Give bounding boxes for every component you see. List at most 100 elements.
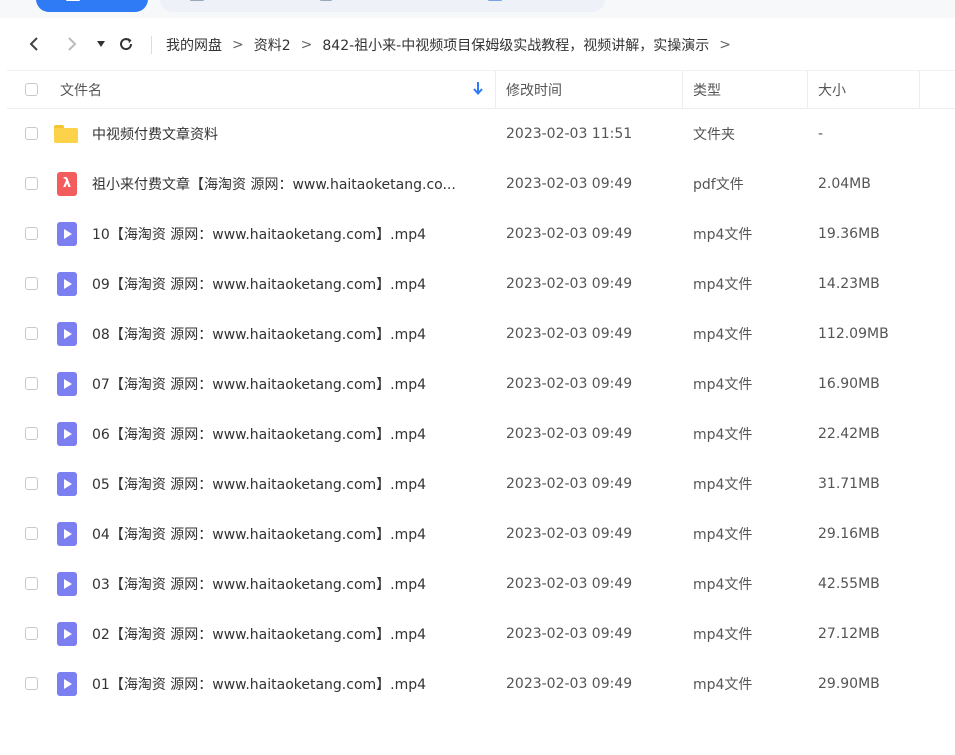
column-divider[interactable] (919, 71, 920, 108)
video-file-icon (57, 622, 77, 646)
caret-down-icon (97, 41, 105, 47)
column-divider[interactable] (682, 71, 683, 108)
row-checkbox[interactable] (25, 127, 38, 140)
file-type: pdf文件 (693, 177, 744, 193)
table-row[interactable]: 07【海淘资 源网：www.haitaoketang.com】.mp4 2023-… (7, 359, 955, 409)
row-checkbox[interactable] (25, 277, 38, 290)
table-row[interactable]: 08【海淘资 源网：www.haitaoketang.com】.mp4 2023-… (7, 309, 955, 359)
table-row[interactable]: 10【海淘资 源网：www.haitaoketang.com】.mp4 2023-… (7, 209, 955, 259)
file-modified: 2023-02-03 09:49 (506, 476, 633, 492)
file-modified: 2023-02-03 09:49 (506, 176, 633, 192)
breadcrumb-separator: > (300, 37, 313, 53)
row-checkbox[interactable] (25, 627, 38, 640)
table-row[interactable]: 09【海淘资 源网：www.haitaoketang.com】.mp4 2023-… (7, 259, 955, 309)
file-name[interactable]: 01【海淘资 源网：www.haitaoketang.com】.mp4 (92, 659, 426, 709)
refresh-icon (120, 38, 133, 51)
file-type: mp4文件 (693, 577, 753, 593)
file-size: 27.12MB (818, 626, 880, 642)
file-name[interactable]: 06【海淘资 源网：www.haitaoketang.com】.mp4 (92, 409, 426, 459)
table-row[interactable]: 中视频付费文章资料 2023-02-03 11:51 文件夹 - (7, 109, 955, 159)
file-type: 文件夹 (693, 127, 735, 143)
file-size: 42.55MB (818, 576, 880, 592)
file-modified: 2023-02-03 09:49 (506, 676, 633, 692)
breadcrumb: 我的网盘 > 资料2 > 842-祖小来-中视频项目保姆级实战教程，视频讲解，实… (166, 34, 741, 56)
folder-icon (54, 125, 78, 143)
file-name[interactable]: 10【海淘资 源网：www.haitaoketang.com】.mp4 (92, 209, 426, 259)
top-toolbar (0, 0, 955, 18)
row-checkbox[interactable] (25, 177, 38, 190)
video-file-icon (57, 322, 77, 346)
header-type[interactable]: 类型 (693, 71, 721, 108)
file-type: mp4文件 (693, 327, 753, 343)
file-size: 29.16MB (818, 526, 880, 542)
select-all-checkbox[interactable] (25, 83, 38, 96)
table-row[interactable]: λ 祖小来付费文章【海淘资 源网：www.haitaoketang.co... 20… (7, 159, 955, 209)
header-modified[interactable]: 修改时间 (506, 71, 562, 108)
breadcrumb-item-current[interactable]: 842-祖小来-中视频项目保姆级实战教程，视频讲解，实操演示 (322, 35, 709, 55)
file-type: mp4文件 (693, 627, 753, 643)
row-checkbox[interactable] (25, 477, 38, 490)
video-file-icon (57, 372, 77, 396)
navigation-bar: 我的网盘 > 资料2 > 842-祖小来-中视频项目保姆级实战教程，视频讲解，实… (0, 18, 955, 70)
video-file-icon (57, 472, 77, 496)
table-row[interactable]: 06【海淘资 源网：www.haitaoketang.com】.mp4 2023-… (7, 409, 955, 459)
table-body: 中视频付费文章资料 2023-02-03 11:51 文件夹 - λ 祖小来付费文章【海淘… (7, 109, 955, 709)
file-table: 文件名 修改时间 类型 大小 中视频付费文章资料 2023-02-03 11:51… (7, 70, 955, 709)
file-type: mp4文件 (693, 427, 753, 443)
file-name[interactable]: 02【海淘资 源网：www.haitaoketang.com】.mp4 (92, 609, 426, 659)
history-dropdown-button[interactable] (91, 33, 111, 55)
arrow-down-icon[interactable] (473, 81, 483, 99)
file-modified: 2023-02-03 09:49 (506, 526, 633, 542)
row-checkbox[interactable] (25, 677, 38, 690)
column-divider[interactable] (495, 71, 496, 108)
file-type: mp4文件 (693, 227, 753, 243)
file-size: 31.71MB (818, 476, 880, 492)
upload-button[interactable] (36, 0, 148, 12)
file-type: mp4文件 (693, 377, 753, 393)
table-row[interactable]: 05【海淘资 源网：www.haitaoketang.com】.mp4 2023-… (7, 459, 955, 509)
column-divider[interactable] (807, 71, 808, 108)
toolbar-secondary-buttons[interactable] (160, 0, 605, 12)
file-modified: 2023-02-03 09:49 (506, 426, 633, 442)
video-file-icon (57, 522, 77, 546)
file-type: mp4文件 (693, 277, 753, 293)
header-name[interactable]: 文件名 (60, 71, 102, 108)
table-row[interactable]: 03【海淘资 源网：www.haitaoketang.com】.mp4 2023-… (7, 559, 955, 609)
table-row[interactable]: 01【海淘资 源网：www.haitaoketang.com】.mp4 2023-… (7, 659, 955, 709)
file-size: 29.90MB (818, 676, 880, 692)
video-file-icon (57, 572, 77, 596)
pdf-file-icon: λ (57, 172, 77, 196)
breadcrumb-item-root[interactable]: 我的网盘 (166, 35, 222, 55)
refresh-button[interactable] (116, 33, 136, 55)
row-checkbox[interactable] (25, 527, 38, 540)
file-size: 16.90MB (818, 376, 880, 392)
file-name[interactable]: 09【海淘资 源网：www.haitaoketang.com】.mp4 (92, 259, 426, 309)
breadcrumb-item-folder[interactable]: 资料2 (254, 35, 291, 55)
row-checkbox[interactable] (25, 427, 38, 440)
file-name[interactable]: 03【海淘资 源网：www.haitaoketang.com】.mp4 (92, 559, 426, 609)
file-size: 14.23MB (818, 276, 880, 292)
table-row[interactable]: 02【海淘资 源网：www.haitaoketang.com】.mp4 2023-… (7, 609, 955, 659)
file-modified: 2023-02-03 09:49 (506, 576, 633, 592)
file-modified: 2023-02-03 09:49 (506, 326, 633, 342)
file-size: 19.36MB (818, 226, 880, 242)
file-type: mp4文件 (693, 477, 753, 493)
file-name[interactable]: 祖小来付费文章【海淘资 源网：www.haitaoketang.co... (92, 159, 456, 209)
file-name[interactable]: 08【海淘资 源网：www.haitaoketang.com】.mp4 (92, 309, 426, 359)
back-button[interactable] (24, 33, 44, 55)
table-row[interactable]: 04【海淘资 源网：www.haitaoketang.com】.mp4 2023-… (7, 509, 955, 559)
file-size: 22.42MB (818, 426, 880, 442)
row-checkbox[interactable] (25, 327, 38, 340)
forward-button[interactable] (62, 33, 82, 55)
file-name[interactable]: 05【海淘资 源网：www.haitaoketang.com】.mp4 (92, 459, 426, 509)
file-name[interactable]: 07【海淘资 源网：www.haitaoketang.com】.mp4 (92, 359, 426, 409)
share-icon (488, 0, 502, 1)
file-modified: 2023-02-03 09:49 (506, 376, 633, 392)
row-checkbox[interactable] (25, 227, 38, 240)
header-size[interactable]: 大小 (818, 71, 846, 108)
video-file-icon (57, 272, 77, 296)
file-name[interactable]: 中视频付费文章资料 (92, 109, 218, 159)
row-checkbox[interactable] (25, 377, 38, 390)
file-name[interactable]: 04【海淘资 源网：www.haitaoketang.com】.mp4 (92, 509, 426, 559)
row-checkbox[interactable] (25, 577, 38, 590)
